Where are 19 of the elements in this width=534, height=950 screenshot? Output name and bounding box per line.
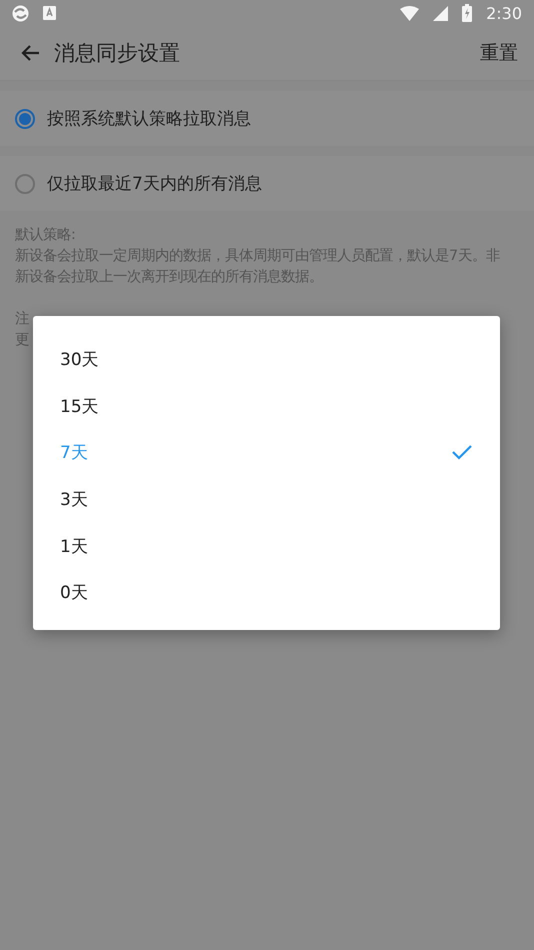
option-label[interactable]: 仅拉取最近7天内的所有消息 <box>47 172 262 195</box>
duration-option[interactable]: 1天 <box>33 522 500 570</box>
sync-icon <box>12 4 29 22</box>
keyboard-icon <box>43 6 56 20</box>
wifi-icon <box>400 6 420 20</box>
duration-option[interactable]: 30天 <box>33 336 500 383</box>
back-arrow-icon[interactable] <box>20 44 40 62</box>
duration-option[interactable]: 0天 <box>33 569 500 616</box>
checkmark-icon <box>452 445 472 460</box>
battery-icon <box>462 4 472 22</box>
duration-option[interactable]: 3天 <box>33 476 500 523</box>
radio-button[interactable] <box>15 174 35 194</box>
clock-time: 2:30 <box>486 4 522 22</box>
reset-button[interactable]: 重置 <box>480 36 518 70</box>
screen-title: 消息同步设置 <box>54 40 181 67</box>
option-label[interactable]: 按照系统默认策略拉取消息 <box>47 107 251 130</box>
duration-option[interactable]: 15天 <box>33 382 500 430</box>
signal-icon <box>433 6 448 20</box>
radio-button[interactable] <box>15 108 35 128</box>
